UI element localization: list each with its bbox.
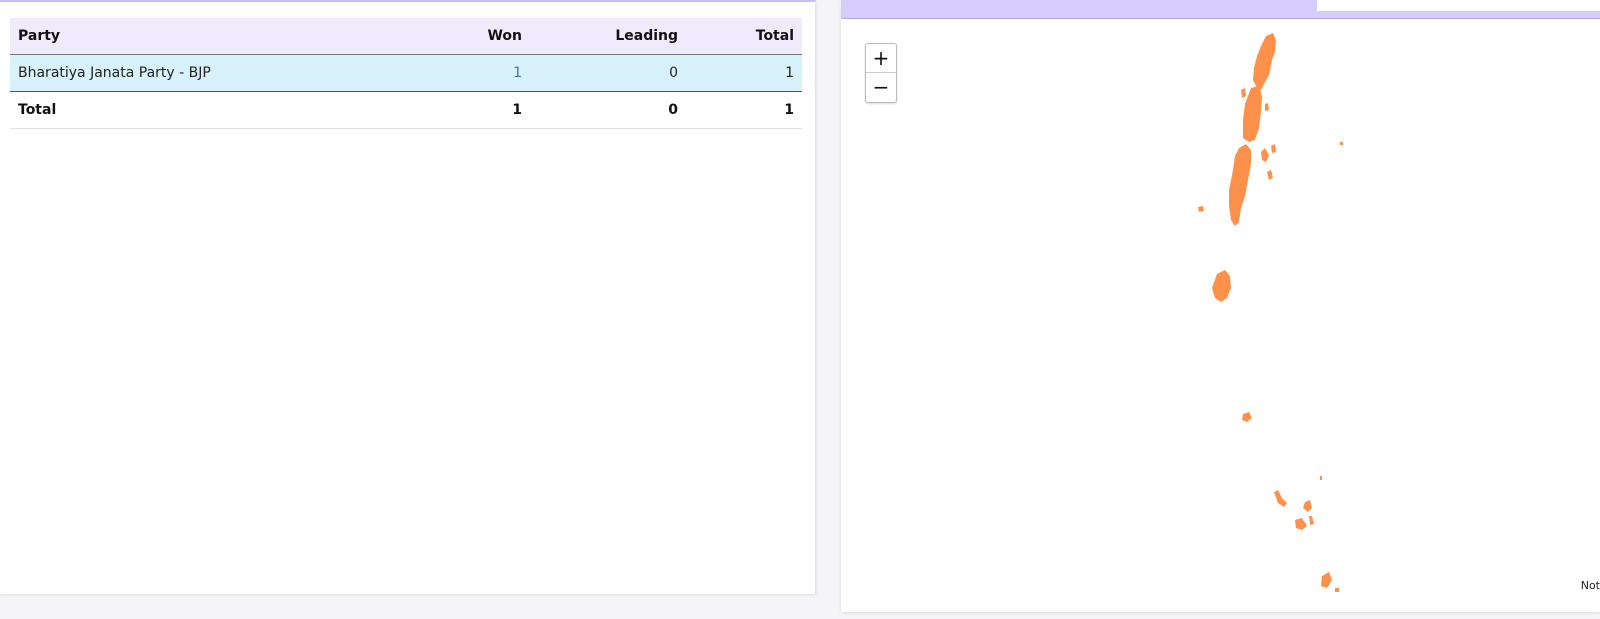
zoom-in-button[interactable]: + [866, 44, 896, 73]
map-note-text: Not [1580, 579, 1600, 592]
table-row[interactable]: Bharatiya Janata Party - BJP 1 0 1 [10, 54, 802, 92]
zoom-control: + − [865, 43, 897, 103]
total-won-cell: 1 [404, 91, 530, 129]
car-nicobar-island[interactable] [1242, 412, 1252, 422]
constituency-map[interactable] [841, 0, 1600, 612]
leading-count-cell: 0 [530, 54, 686, 92]
header-leading[interactable]: Leading [530, 18, 686, 55]
south-andaman-island[interactable] [1229, 144, 1251, 226]
party-results-table: Party Won Leading Total Bharatiya Janata… [10, 18, 802, 129]
small-island[interactable] [1241, 88, 1246, 98]
central-nicobar-island[interactable] [1309, 516, 1314, 525]
small-island[interactable] [1261, 148, 1269, 162]
small-island[interactable] [1267, 170, 1273, 180]
total-label-cell: Total [10, 91, 404, 129]
small-island[interactable] [1340, 142, 1343, 145]
small-island[interactable] [1271, 144, 1276, 153]
header-party[interactable]: Party [10, 18, 404, 55]
zoom-out-button[interactable]: − [866, 73, 896, 101]
little-andaman-island[interactable] [1212, 270, 1231, 302]
total-leading-cell: 0 [530, 91, 686, 129]
small-island[interactable] [1198, 206, 1204, 212]
total-total-cell: 1 [686, 91, 802, 129]
table-total-row: Total 1 0 1 [10, 91, 802, 129]
header-won[interactable]: Won [404, 18, 530, 55]
results-panel: Party Won Leading Total Bharatiya Janata… [0, 0, 816, 594]
island-shapes[interactable] [1198, 33, 1343, 592]
central-nicobar-island[interactable] [1295, 518, 1307, 530]
central-nicobar-island[interactable] [1303, 500, 1312, 512]
total-count-cell: 1 [686, 54, 802, 92]
central-nicobar-island[interactable] [1274, 490, 1287, 507]
great-nicobar-island[interactable] [1321, 572, 1332, 588]
party-name-cell: Bharatiya Janata Party - BJP [10, 54, 404, 92]
north-andaman-island[interactable] [1253, 33, 1276, 90]
small-island[interactable] [1320, 476, 1322, 480]
middle-andaman-island[interactable] [1243, 86, 1262, 142]
small-island[interactable] [1335, 588, 1339, 592]
small-island[interactable] [1265, 103, 1269, 111]
won-count-link[interactable]: 1 [404, 54, 530, 92]
map-panel[interactable]: + − Not [841, 0, 1600, 612]
header-total[interactable]: Total [686, 18, 802, 55]
table-header-row: Party Won Leading Total [10, 18, 802, 55]
